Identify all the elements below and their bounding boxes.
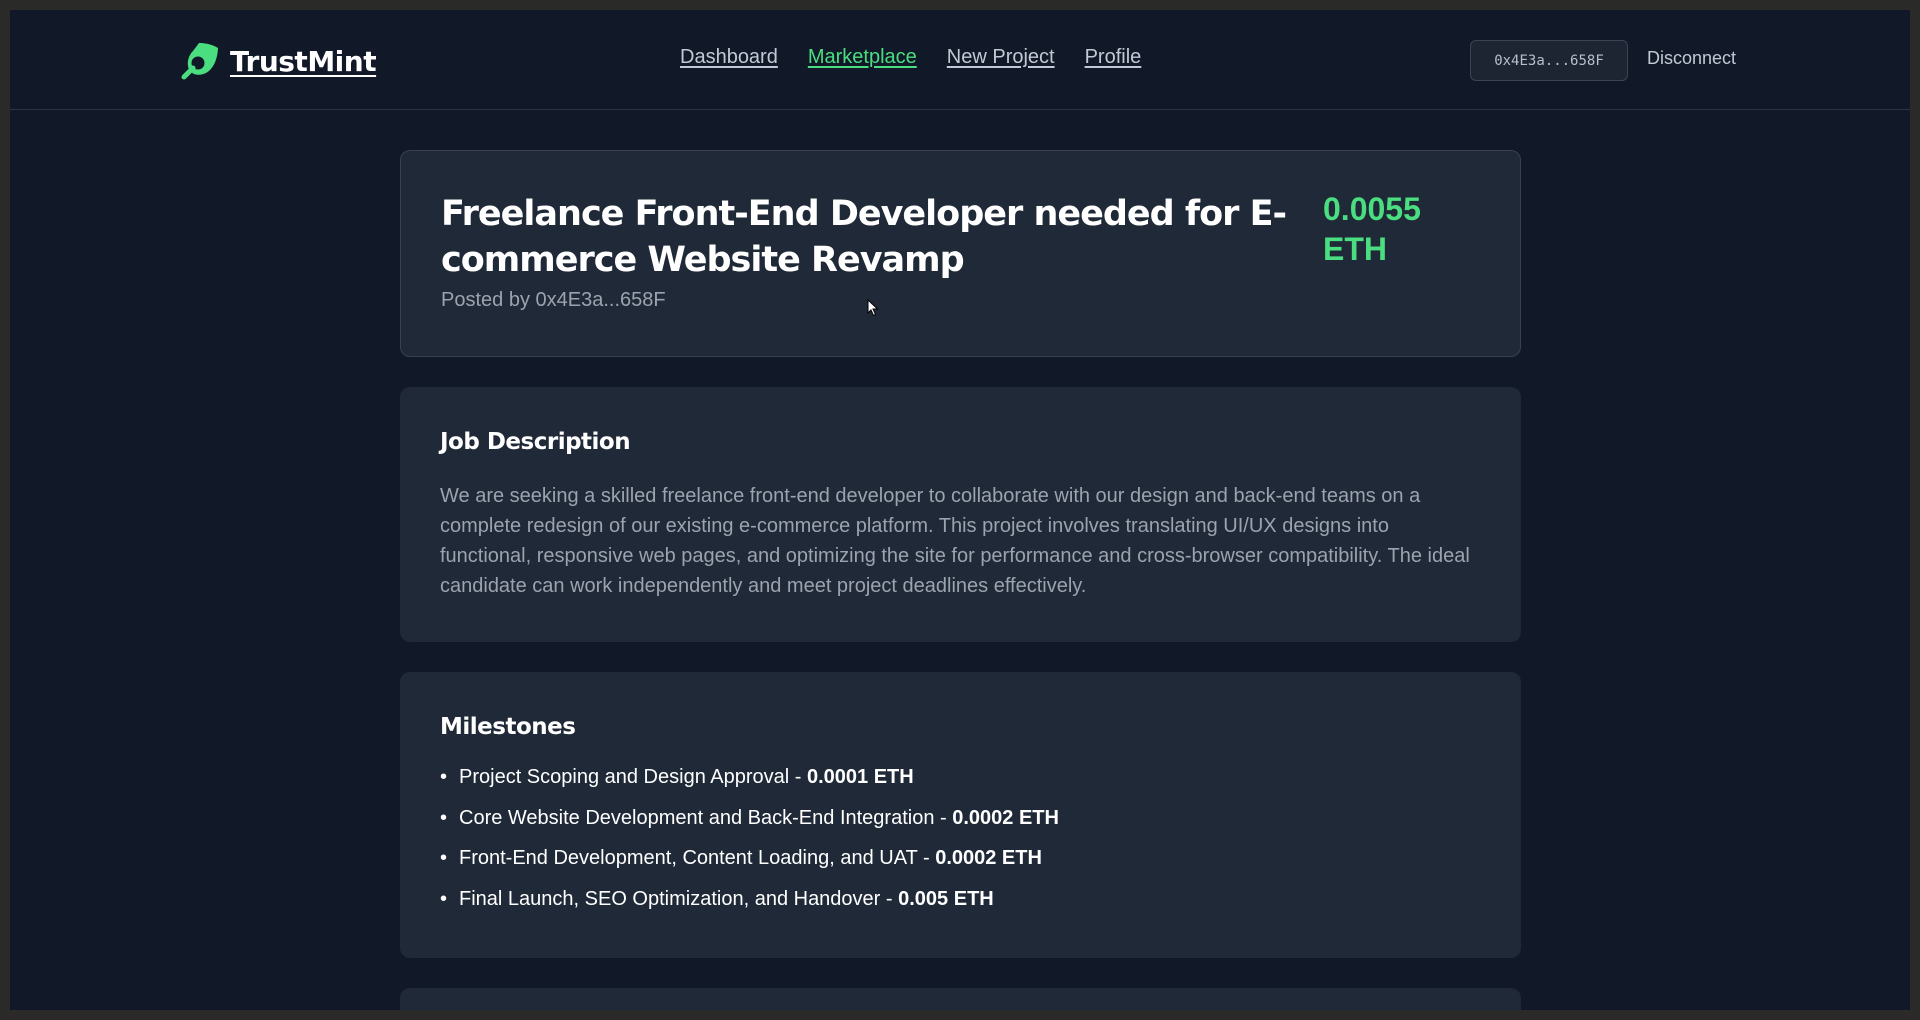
- milestones-list: • Project Scoping and Design Approval - …: [440, 765, 1059, 927]
- leaf-magnifier-logo-icon: [181, 43, 218, 80]
- milestone-amount: 0.005 ETH: [898, 887, 994, 910]
- milestone-amount: 0.0002 ETH: [935, 847, 1042, 869]
- posted-by: Posted by 0x4E3a...658F: [441, 289, 666, 311]
- nav-new-project[interactable]: New Project: [947, 46, 1055, 69]
- next-section-card: [400, 988, 1521, 1010]
- milestone-name: Project Scoping and Design Approval -: [459, 766, 807, 788]
- bullet-icon: •: [440, 806, 448, 829]
- milestone-name: Front-End Development, Content Loading, …: [459, 847, 936, 869]
- bullet-icon: •: [440, 766, 448, 788]
- milestone-amount: 0.0001 ETH: [806, 766, 914, 788]
- project-header-card: Freelance Front-End Developer needed for…: [400, 150, 1521, 357]
- brand-name: TrustMint: [230, 44, 377, 78]
- top-navbar: TrustMint Dashboard Marketplace New Proj…: [10, 10, 1910, 110]
- wallet-address-badge[interactable]: 0x4E3a...658F: [1470, 40, 1628, 81]
- milestones-card: Milestones • Project Scoping and Design …: [400, 672, 1521, 958]
- milestone-name: Final Launch, SEO Optimization, and Hand…: [459, 887, 899, 910]
- app-window: TrustMint Dashboard Marketplace New Proj…: [10, 10, 1910, 1010]
- project-title: Freelance Front-End Developer needed for…: [441, 194, 1287, 280]
- job-description-heading: Job Description: [440, 429, 631, 455]
- mouse-pointer-icon: [867, 299, 879, 317]
- brand-logo-link[interactable]: TrustMint: [178, 40, 377, 82]
- milestone-amount: 0.0002 ETH: [952, 806, 1059, 829]
- job-description-text: We are seeking a skilled freelance front…: [440, 485, 1470, 597]
- milestone-item: • Final Launch, SEO Optimization, and Ha…: [440, 887, 1059, 928]
- nav-marketplace[interactable]: Marketplace: [808, 46, 917, 69]
- disconnect-button[interactable]: Disconnect: [1647, 48, 1736, 69]
- project-budget: 0.0055 ETH: [1323, 191, 1421, 267]
- milestone-item: • Core Website Development and Back-End …: [440, 806, 1059, 847]
- milestone-item: • Project Scoping and Design Approval - …: [440, 765, 1059, 806]
- nav-profile[interactable]: Profile: [1085, 46, 1142, 69]
- job-description-card: Job Description We are seeking a skilled…: [400, 387, 1521, 642]
- main-nav: Dashboard Marketplace New Project Profil…: [680, 46, 1141, 69]
- bullet-icon: •: [440, 847, 448, 869]
- milestone-name: Core Website Development and Back-End In…: [459, 806, 953, 829]
- milestone-item: • Front-End Development, Content Loading…: [440, 846, 1059, 887]
- nav-dashboard[interactable]: Dashboard: [680, 46, 778, 69]
- milestones-heading: Milestones: [440, 714, 576, 740]
- bullet-icon: •: [440, 887, 448, 910]
